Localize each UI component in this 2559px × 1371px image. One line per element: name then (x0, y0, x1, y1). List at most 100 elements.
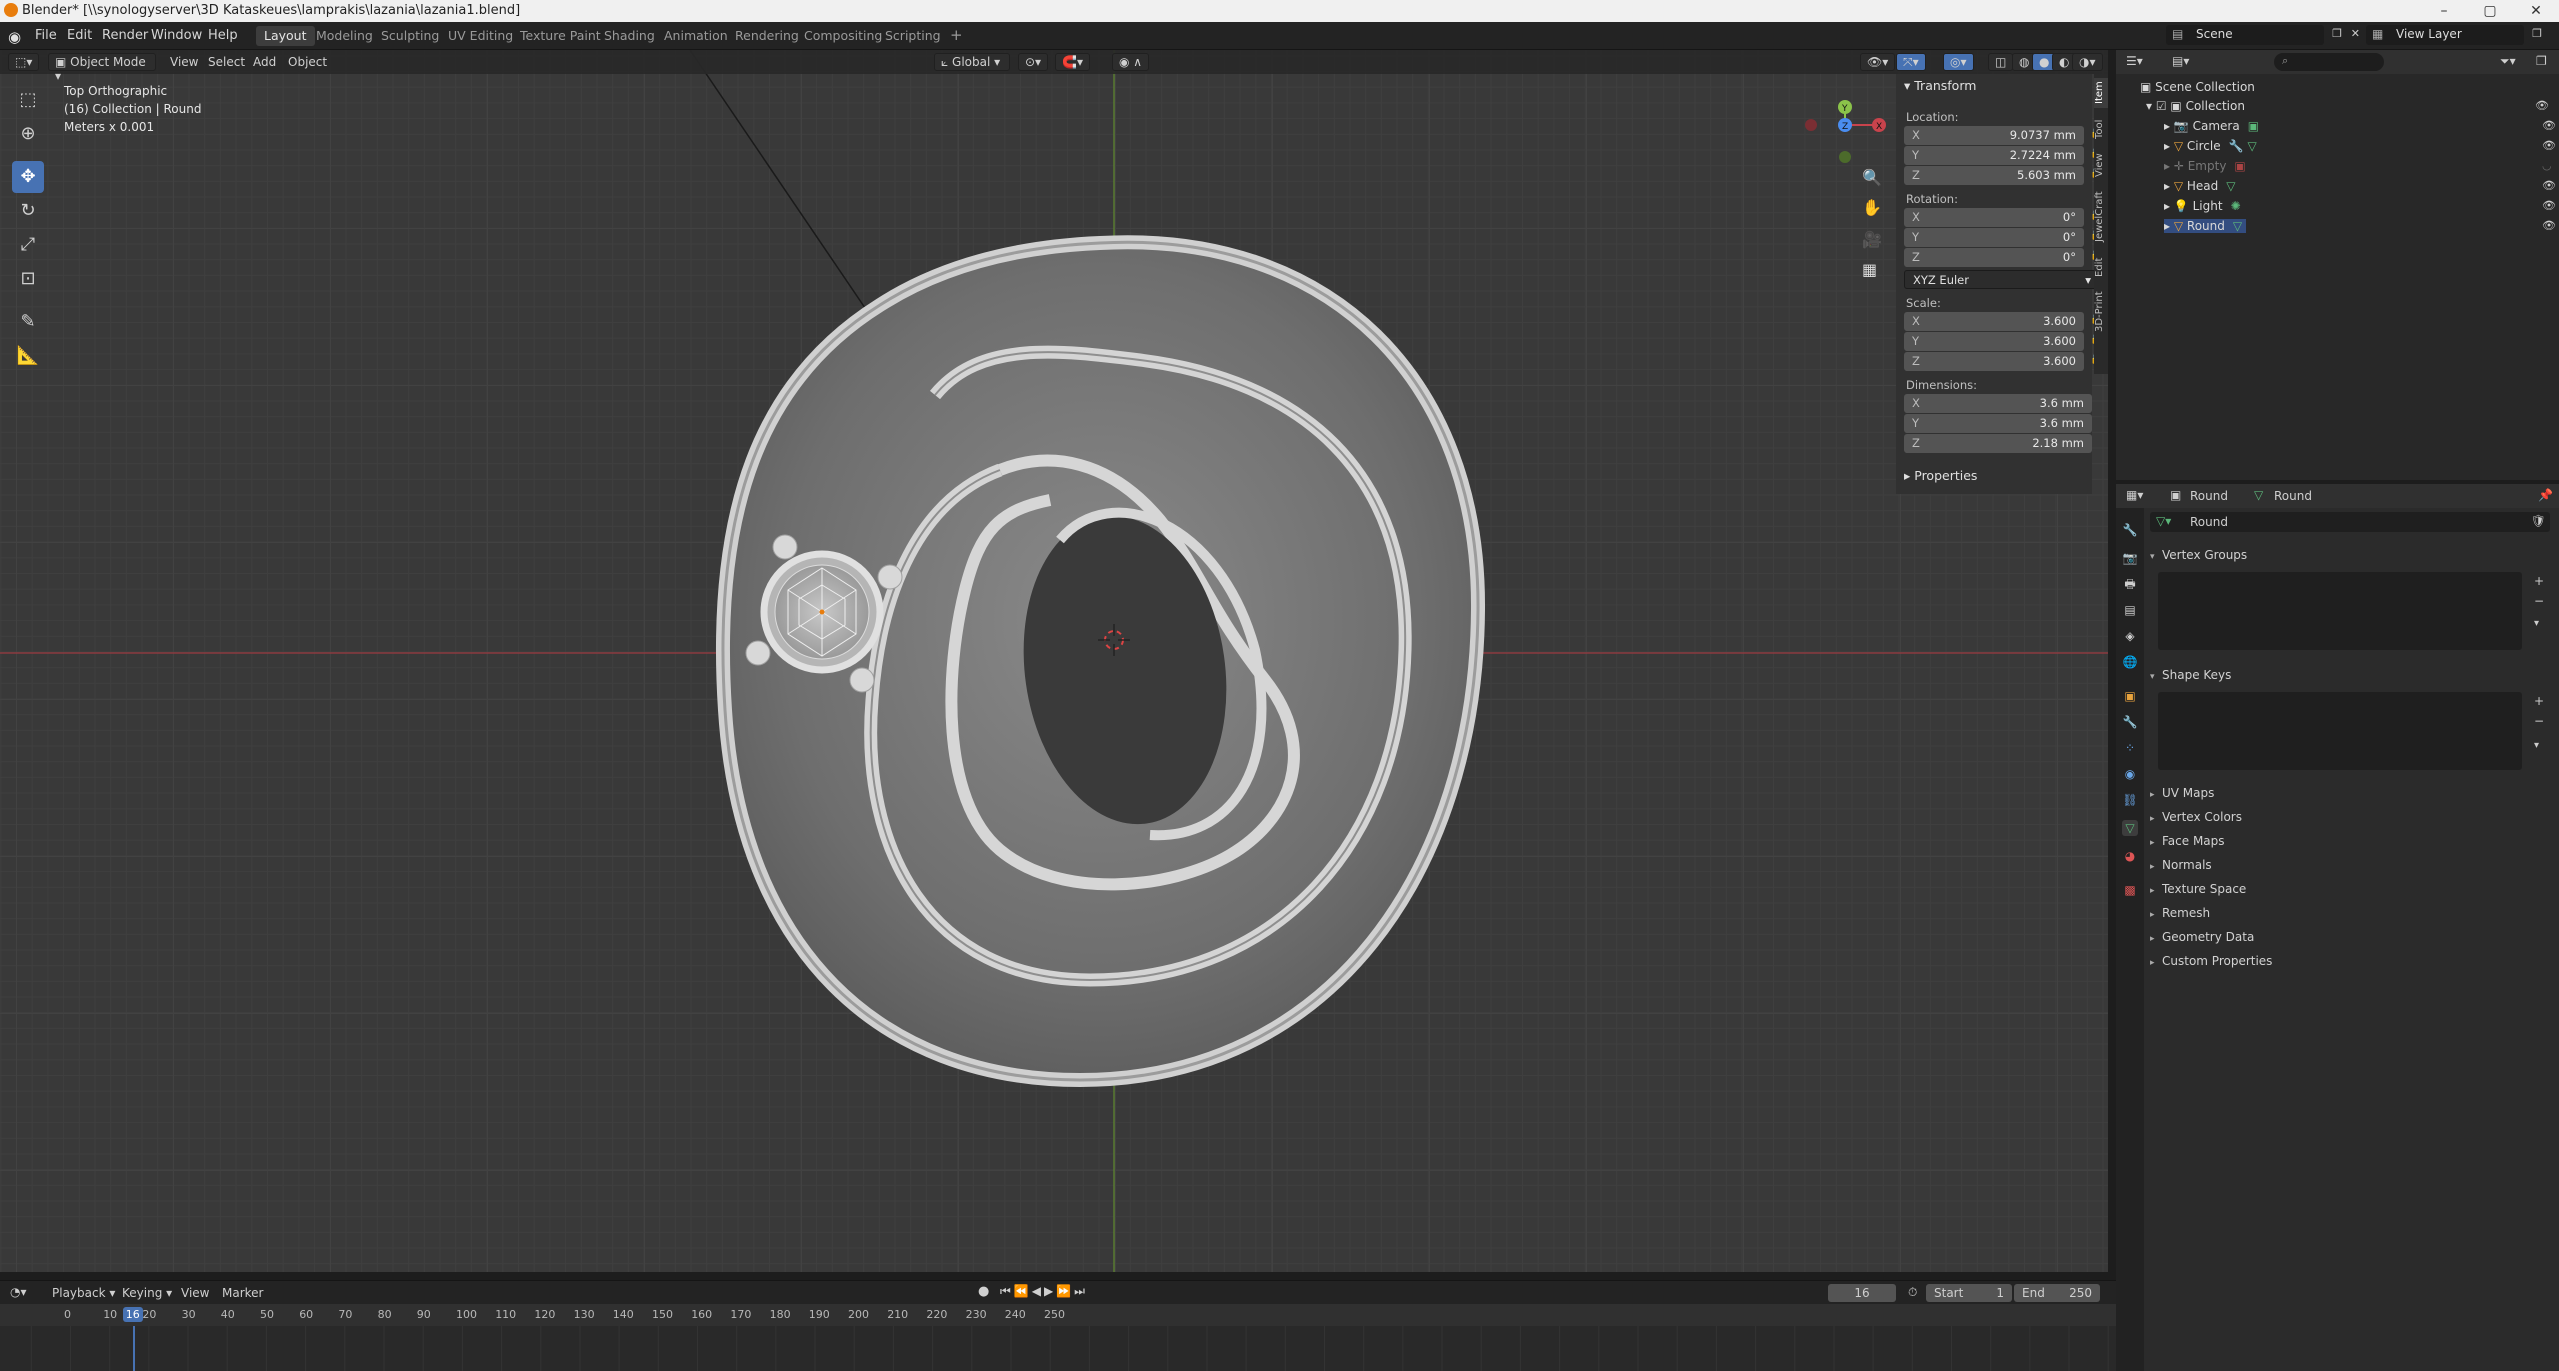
xray-toggle-icon[interactable]: ◫ (1988, 53, 2014, 71)
scale-z-field[interactable]: Z3.600🔓 (1904, 352, 2102, 371)
n-tab-item[interactable]: Item (2094, 78, 2108, 108)
mesh-data-tab-icon[interactable]: ▽ (2122, 820, 2138, 836)
annotate-tool-icon[interactable]: ✎ (12, 306, 44, 338)
n-tab-jewelcraft[interactable]: JewelCraft (2094, 186, 2108, 248)
outliner-item-round[interactable]: ▸ ▽ Round ▽ (2164, 219, 2247, 233)
chevron-down-icon[interactable]: ▾ (2534, 618, 2539, 629)
filter-icon[interactable]: ⏷▾ (2500, 54, 2516, 69)
rotation-mode-dropdown[interactable]: XYZ Euler ▾ (1904, 270, 2100, 289)
chevron-down-icon[interactable]: ▾ (2534, 740, 2539, 751)
tab-uv-editing[interactable]: UV Editing (440, 26, 521, 46)
pan-hand-icon[interactable]: ✋ (1862, 198, 1882, 217)
section-vertex-colors[interactable]: ▸ Vertex Colors (2150, 810, 2242, 824)
breadcrumb-data[interactable]: Round (2274, 489, 2312, 503)
proportional-edit-icon[interactable]: ◉ ∧ (1112, 53, 1150, 71)
snap-icon[interactable]: 🧲▾ (1055, 53, 1090, 71)
editor-type-icon[interactable]: ⬚▾ (8, 53, 40, 71)
rotation-x-field[interactable]: X0°🔓 (1904, 208, 2102, 227)
location-x-field[interactable]: X9.0737 mm🔓 (1904, 126, 2102, 145)
outliner-search-input[interactable]: ⌕ (2274, 53, 2384, 71)
menu-object[interactable]: Object (288, 55, 327, 69)
tab-rendering[interactable]: Rendering (727, 26, 807, 46)
menu-add[interactable]: Add (253, 55, 276, 69)
properties-editor-icon[interactable]: ▦▾ (2126, 488, 2143, 502)
eye-icon[interactable]: 👁 (2535, 99, 2553, 112)
blender-menu-icon[interactable]: ◉ (8, 28, 21, 46)
timeline-ruler[interactable]: 0 10 20 30 40 50 60 70 80 90 100 110 120 130 140 150 160… (0, 1304, 2116, 1326)
select-box-tool-icon[interactable]: ⬚ (12, 84, 44, 116)
fake-user-icon[interactable]: 🛡 (2531, 514, 2546, 528)
modifier-tab-icon[interactable]: 🔧 (2122, 714, 2138, 730)
section-uv-maps[interactable]: ▸ UV Maps (2150, 786, 2214, 800)
timeline-track[interactable] (0, 1326, 2116, 1371)
location-z-field[interactable]: Z5.603 mm🔓 (1904, 166, 2102, 185)
constraints-tab-icon[interactable]: ⛓ (2122, 792, 2138, 808)
scene-tab-icon[interactable]: ◈ (2122, 628, 2138, 644)
dimensions-z-field[interactable]: Z 2.18 mm (1904, 434, 2092, 453)
render-tab-icon[interactable]: 📷 (2122, 550, 2138, 566)
world-tab-icon[interactable]: 🌐 (2122, 654, 2138, 670)
remove-scene-icon[interactable]: ✕ (2351, 27, 2360, 40)
n-tab-tool[interactable]: Tool (2094, 114, 2108, 144)
vertex-groups-list[interactable] (2158, 572, 2522, 650)
remove-shape-key-button[interactable]: − (2534, 714, 2544, 728)
orientation-dropdown[interactable]: ⟀ Global ▾ (934, 53, 1010, 71)
outliner-editor-icon[interactable]: ☰▾ (2126, 54, 2143, 68)
tab-sculpting[interactable]: Sculpting (373, 26, 447, 46)
eye-closed-icon[interactable]: ◡ (2542, 159, 2553, 172)
outliner-item-light[interactable]: ▸ 💡 Light ✺ (2164, 199, 2241, 213)
tab-shading[interactable]: Shading (596, 26, 663, 46)
outliner-collection[interactable]: ▾ ☑ ▣ Collection 👁 (2146, 99, 2549, 113)
object-tab-icon[interactable]: ▣ (2122, 688, 2138, 704)
tab-layout[interactable]: Layout (256, 26, 315, 46)
transform-header[interactable]: ▾ Transform (1904, 78, 1976, 93)
tab-animation[interactable]: Animation (656, 26, 736, 46)
eye-icon[interactable]: 👁 (2542, 119, 2556, 132)
clock-icon[interactable]: ⏱ (1908, 1285, 1917, 1300)
scale-y-field[interactable]: Y3.600🔓 (1904, 332, 2102, 351)
particles-tab-icon[interactable]: ⁘ (2122, 740, 2138, 756)
rotation-y-field[interactable]: Y0°🔓 (1904, 228, 2102, 247)
new-collection-icon[interactable]: ❐ (2536, 54, 2547, 68)
new-scene-icon[interactable]: ❐ (2332, 27, 2342, 40)
menu-playback[interactable]: Playback ▾ (52, 1286, 115, 1300)
move-tool-icon[interactable]: ✥ (12, 161, 44, 193)
rotate-tool-icon[interactable]: ↻ (12, 195, 44, 227)
dimensions-y-field[interactable]: Y 3.6 mm (1904, 414, 2092, 433)
scale-x-field[interactable]: X3.600🔓 (1904, 312, 2102, 331)
measure-tool-icon[interactable]: 📐 (12, 340, 44, 372)
section-texture-space[interactable]: ▸ Texture Space (2150, 882, 2246, 896)
eye-icon[interactable]: 👁 (2542, 219, 2556, 232)
shape-keys-list[interactable] (2158, 692, 2522, 770)
location-y-field[interactable]: Y2.7224 mm🔓 (1904, 146, 2102, 165)
section-remesh[interactable]: ▸ Remesh (2150, 906, 2210, 920)
menu-file[interactable]: File (35, 28, 57, 43)
tab-scripting[interactable]: Scripting (877, 26, 949, 46)
material-tab-icon[interactable]: ◕ (2122, 848, 2138, 864)
n-tab-edit[interactable]: Edit (2094, 254, 2108, 280)
section-custom-properties[interactable]: ▸ Custom Properties (2150, 954, 2272, 968)
menu-help[interactable]: Help (208, 28, 238, 43)
playback-controls[interactable]: ⏮⏪◀▶⏩⏭ (1000, 1284, 1088, 1299)
texture-tab-icon[interactable]: ▩ (2122, 882, 2138, 898)
outliner-item-head[interactable]: ▸ ▽ Head ▽ (2164, 179, 2236, 193)
menu-view[interactable]: View (170, 55, 198, 69)
view-layer-selector[interactable]: ▦ View Layer ❐ (2366, 25, 2542, 45)
tool-tab-icon[interactable]: 🔧 (2122, 522, 2138, 538)
zoom-icon[interactable]: 🔍 (1862, 168, 1882, 187)
menu-timeline-view[interactable]: View (181, 1286, 209, 1300)
overlay-toggle-icon[interactable]: ◎▾ (1943, 53, 1974, 71)
menu-keying[interactable]: Keying ▾ (122, 1286, 172, 1300)
menu-marker[interactable]: Marker (222, 1286, 263, 1300)
ortho-grid-icon[interactable]: ▦ (1862, 260, 1877, 279)
dimensions-x-field[interactable]: X 3.6 mm (1904, 394, 2092, 413)
checkbox-icon[interactable]: ☑ (2156, 99, 2171, 113)
menu-window[interactable]: Window (151, 28, 202, 43)
n-tab-view[interactable]: View (2094, 150, 2108, 180)
display-mode-icon[interactable]: ▤▾ (2172, 54, 2189, 68)
section-normals[interactable]: ▸ Normals (2150, 858, 2212, 872)
outliner-item-empty[interactable]: ▸ ✛ Empty ▣ (2164, 159, 2246, 173)
end-frame-field[interactable]: End 250 (2014, 1284, 2100, 1302)
new-view-layer-icon[interactable]: ❐ (2532, 27, 2542, 40)
eye-icon[interactable]: 👁 (2542, 199, 2556, 212)
